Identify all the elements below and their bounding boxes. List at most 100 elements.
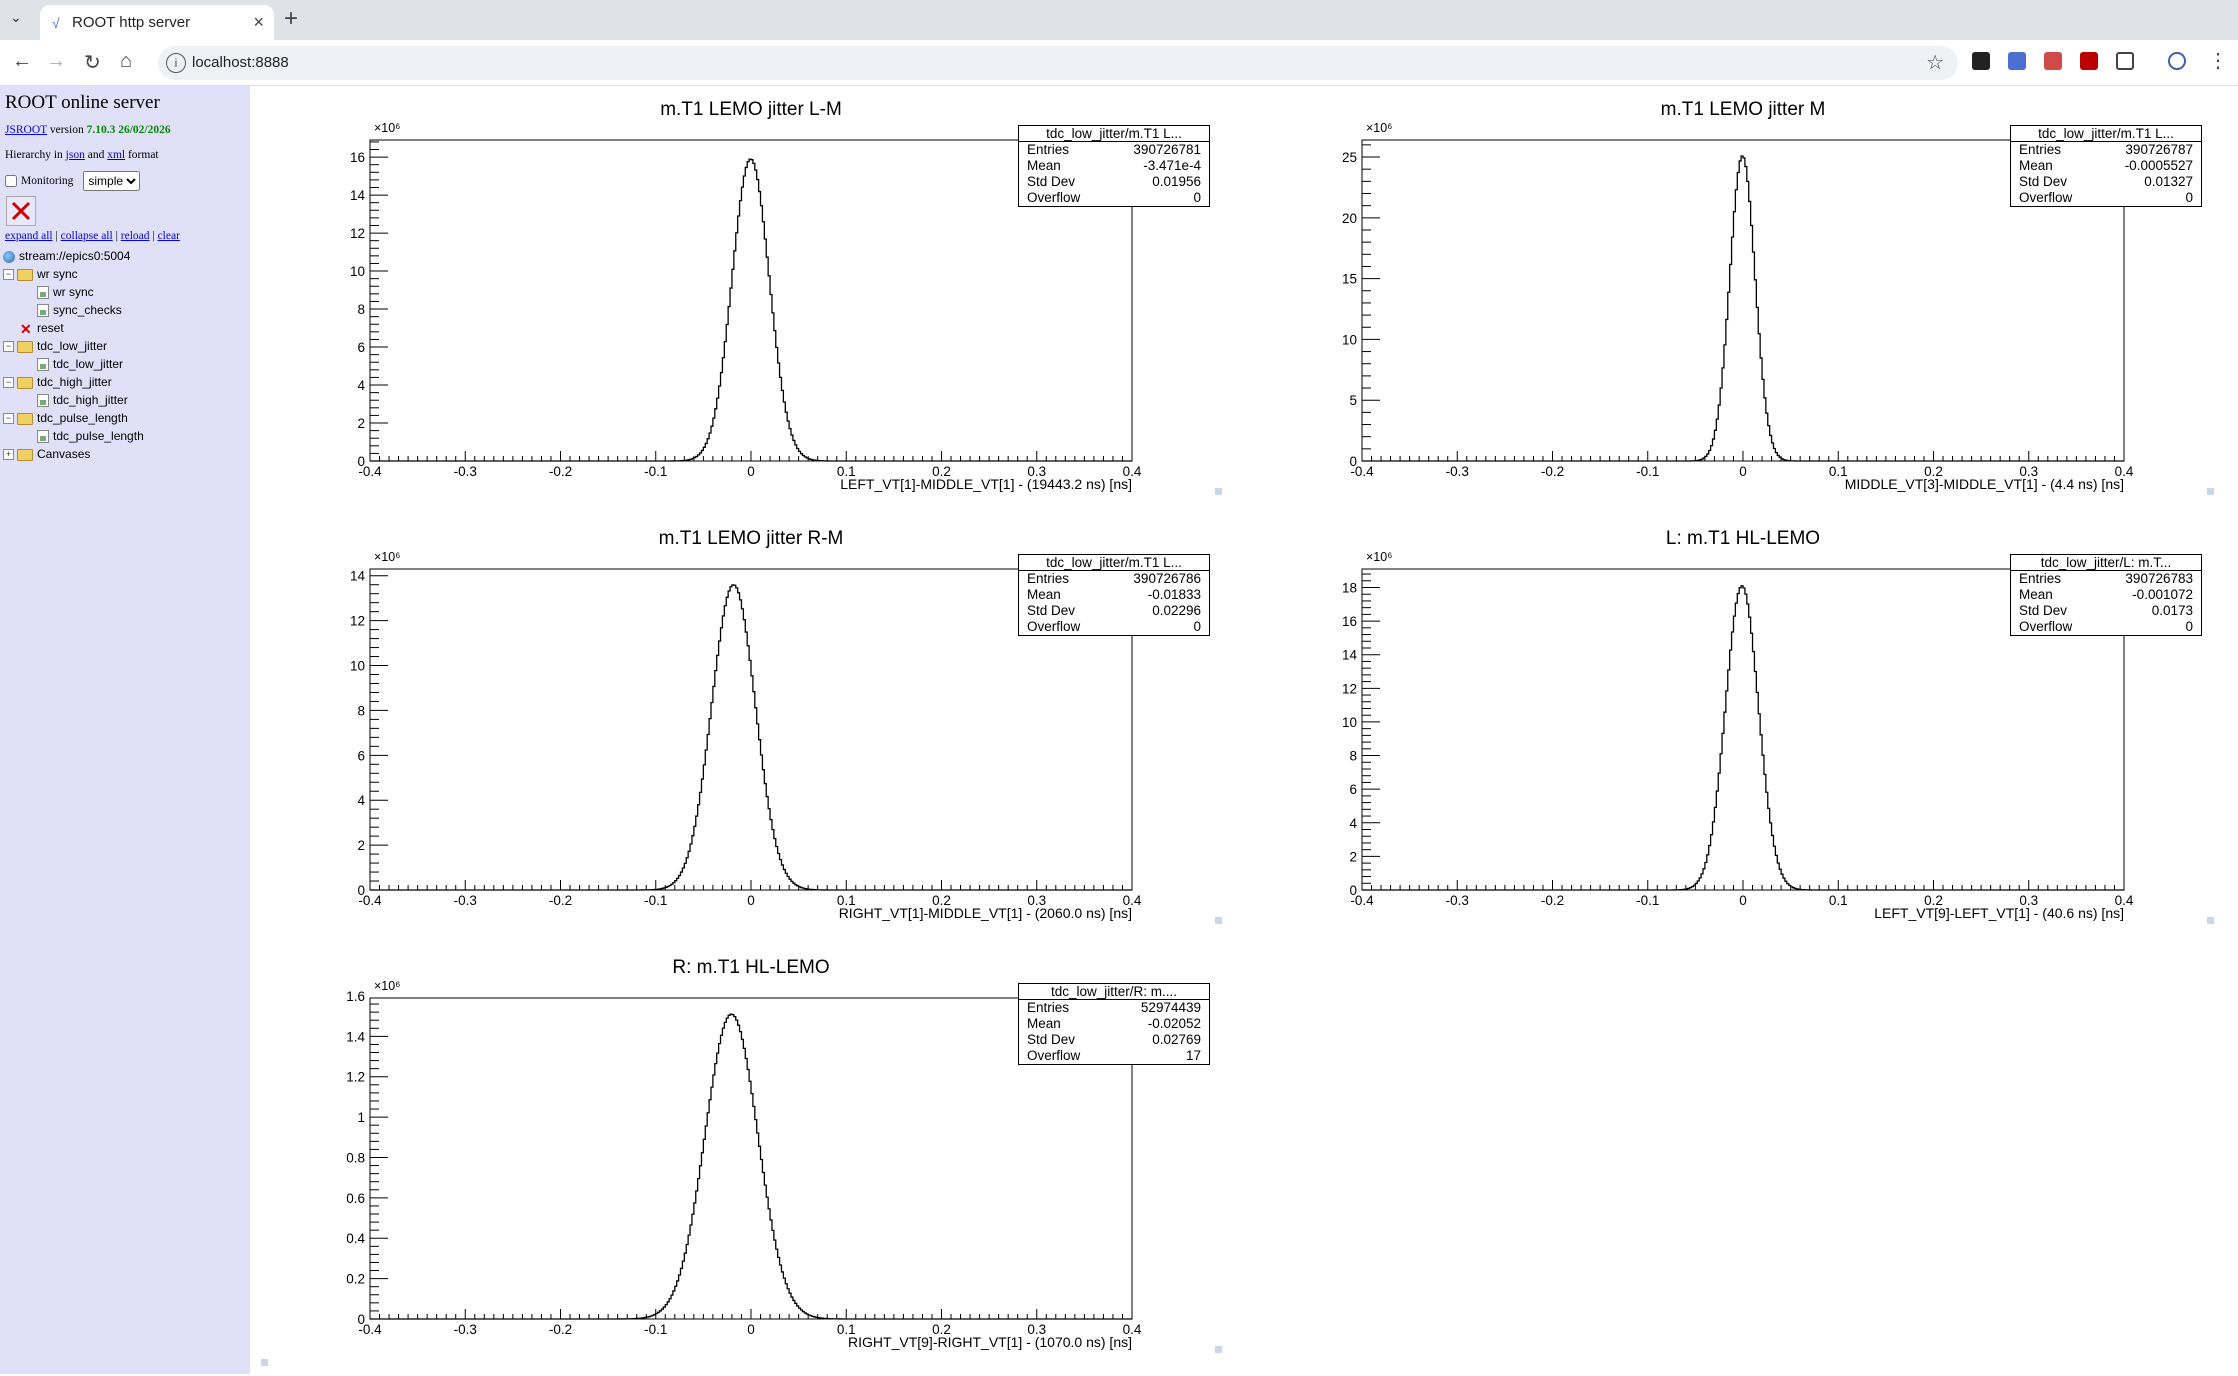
resize-handle[interactable] (1215, 1346, 1222, 1353)
root-favicon-icon: √ (52, 15, 60, 31)
y-tick-label: 4 (357, 378, 365, 393)
histogram-panel[interactable]: -0.4 -0.3 -0.2 -0.1 0 0.1 0.2 0.3 0.4 0 2 4 6 8 10 12 14… (270, 527, 1222, 947)
stats-row: Overflow 0 (1019, 190, 1209, 206)
x-tick-label: -0.2 (549, 464, 572, 479)
tree-node-label: tdc_high_jitter (37, 375, 112, 389)
resize-handle[interactable] (1215, 488, 1222, 495)
extension-doc-icon[interactable] (2008, 52, 2026, 70)
tree-node[interactable]: tdc_low_jitter (37, 356, 123, 372)
y-tick-label: 20 (1342, 211, 1357, 226)
stats-box[interactable]: tdc_low_jitter/L: m.T... Entries 390726783… (2010, 554, 2202, 636)
y-tick-label: 14 (1342, 648, 1358, 663)
y-tick-label: 6 (357, 340, 365, 355)
resize-handle[interactable] (2207, 917, 2214, 924)
stats-row: Entries 52974439 (1019, 1000, 1209, 1016)
tree-node[interactable]: − tdc_high_jitter (3, 374, 112, 390)
stats-key: Entries (2019, 142, 2062, 157)
y-tick-label: 12 (350, 614, 365, 629)
stats-box[interactable]: tdc_low_jitter/m.T1 L... Entries 390726781… (1018, 125, 1210, 207)
histogram-panel[interactable]: -0.4 -0.3 -0.2 -0.1 0 0.1 0.2 0.3 0.4 0 5 10 15 20 25 ×… (1262, 98, 2214, 518)
tree-node-label: reset (37, 321, 64, 335)
back-icon[interactable]: ← (12, 50, 32, 73)
stats-row: Std Dev 0.01327 (2011, 174, 2201, 190)
tree-node-label: tdc_low_jitter (53, 357, 124, 371)
stats-value: 0 (1193, 190, 1201, 205)
extension-calendar-icon[interactable] (2044, 52, 2062, 70)
tab-close-icon[interactable]: × (253, 12, 264, 33)
xml-link[interactable]: xml (107, 149, 125, 161)
tree-actions: expand all | collapse all | reload | cle… (5, 230, 180, 242)
site-info-icon[interactable]: i (166, 53, 186, 73)
stats-value: 390726781 (1133, 142, 1201, 157)
tree-node[interactable]: tdc_pulse_length (37, 428, 144, 444)
y-multiplier: ×10⁶ (1366, 550, 1392, 564)
monitoring-checkbox[interactable] (5, 175, 17, 187)
histogram-title: L: m.T1 HL-LEMO (1665, 528, 1821, 549)
stats-row: Mean -0.01833 (1019, 587, 1209, 603)
histogram-panel[interactable]: -0.4 -0.3 -0.2 -0.1 0 0.1 0.2 0.3 0.4 0 2 4 6 8 10 12 14… (1262, 527, 2214, 947)
url-text[interactable]: localhost:8888 (192, 54, 289, 71)
stats-key: Std Dev (1027, 1032, 1076, 1047)
stats-box[interactable]: tdc_low_jitter/R: m.... Entries 52974439 Me… (1018, 983, 1210, 1065)
collapse-icon[interactable]: − (3, 341, 14, 353)
expand-icon[interactable]: + (3, 449, 14, 461)
resize-handle[interactable] (1215, 917, 1222, 924)
reload-icon[interactable]: ↻ (84, 50, 101, 75)
histogram-title: m.T1 LEMO jitter M (1660, 99, 1826, 120)
command-icon: ✕ (20, 320, 32, 337)
stats-header: tdc_low_jitter/m.T1 L... (2011, 126, 2201, 142)
stats-key: Overflow (2019, 619, 2073, 634)
stats-box[interactable]: tdc_low_jitter/m.T1 L... Entries 390726786… (1018, 554, 1210, 636)
tree-node[interactable]: ✕ reset (3, 320, 64, 337)
stats-value: 0.0173 (2151, 603, 2193, 618)
home-icon[interactable]: ⌂ (120, 50, 132, 73)
stats-value: -0.01833 (1147, 587, 1201, 602)
tree-node[interactable]: sync_checks (37, 302, 122, 318)
profile-icon[interactable] (2168, 52, 2186, 70)
new-tab-icon[interactable]: + (284, 5, 298, 33)
tab-search-chevron-icon[interactable]: ⌄ (10, 9, 22, 26)
browser-tab[interactable]: √ ROOT http server × (40, 5, 274, 40)
json-link[interactable]: json (66, 149, 85, 161)
resize-handle[interactable] (2207, 488, 2214, 495)
stats-key: Entries (2019, 571, 2062, 586)
address-bar[interactable]: i localhost:8888 ☆ (158, 46, 1958, 80)
x-tick-label: -0.3 (454, 1322, 477, 1337)
extension-icon[interactable] (1972, 52, 1990, 70)
tree-node[interactable]: − tdc_low_jitter (3, 338, 107, 354)
collapse-icon[interactable]: − (3, 269, 14, 281)
tree-node[interactable]: − tdc_pulse_length (3, 410, 128, 426)
histogram-panel[interactable]: -0.4 -0.3 -0.2 -0.1 0 0.1 0.2 0.3 0.4 0 0.2 0.4 0.6 0… (270, 956, 1222, 1376)
stats-box[interactable]: tdc_low_jitter/m.T1 L... Entries 390726787… (2010, 125, 2202, 207)
collapse-icon[interactable]: − (3, 377, 14, 389)
tree-node-label: tdc_low_jitter (37, 339, 108, 353)
reload-link[interactable]: reload (121, 230, 150, 242)
tree-node[interactable]: wr sync (37, 284, 94, 300)
stats-key: Mean (2019, 587, 2053, 602)
resize-handle[interactable] (261, 1359, 268, 1366)
expand-all-link[interactable]: expand all (5, 230, 53, 242)
version-value: 7.10.3 26/02/2026 (86, 124, 171, 136)
collapse-all-link[interactable]: collapse all (61, 230, 113, 242)
stats-row: Std Dev 0.0173 (2011, 603, 2201, 619)
tree-node[interactable]: − wr sync (3, 266, 78, 282)
extensions-puzzle-icon[interactable] (2116, 52, 2134, 70)
extension-shield-icon[interactable] (2080, 52, 2098, 70)
forward-icon[interactable]: → (46, 50, 66, 73)
tree-node-label: Canvases (37, 447, 91, 461)
tree-node-label: sync_checks (53, 303, 122, 317)
y-multiplier: ×10⁶ (374, 121, 400, 135)
clear-link[interactable]: clear (158, 230, 180, 242)
collapse-icon[interactable]: − (3, 413, 14, 425)
tree-node[interactable]: tdc_high_jitter (37, 392, 128, 408)
clear-button[interactable] (6, 196, 36, 226)
histogram-panel[interactable]: -0.4 -0.3 -0.2 -0.1 0 0.1 0.2 0.3 0.4 0 2 4 6 8 10 12 14… (270, 98, 1222, 518)
menu-kebab-icon[interactable]: ⋮ (2208, 48, 2228, 73)
bookmark-star-icon[interactable]: ☆ (1926, 50, 1944, 75)
y-multiplier: ×10⁶ (374, 550, 400, 564)
tree-node[interactable]: + Canvases (3, 446, 90, 462)
stats-row: Std Dev 0.02296 (1019, 603, 1209, 619)
jsroot-link[interactable]: JSROOT (5, 124, 47, 136)
layout-select[interactable]: simple (83, 171, 141, 191)
tree-node[interactable]: stream://epics0:5004 (3, 248, 130, 264)
